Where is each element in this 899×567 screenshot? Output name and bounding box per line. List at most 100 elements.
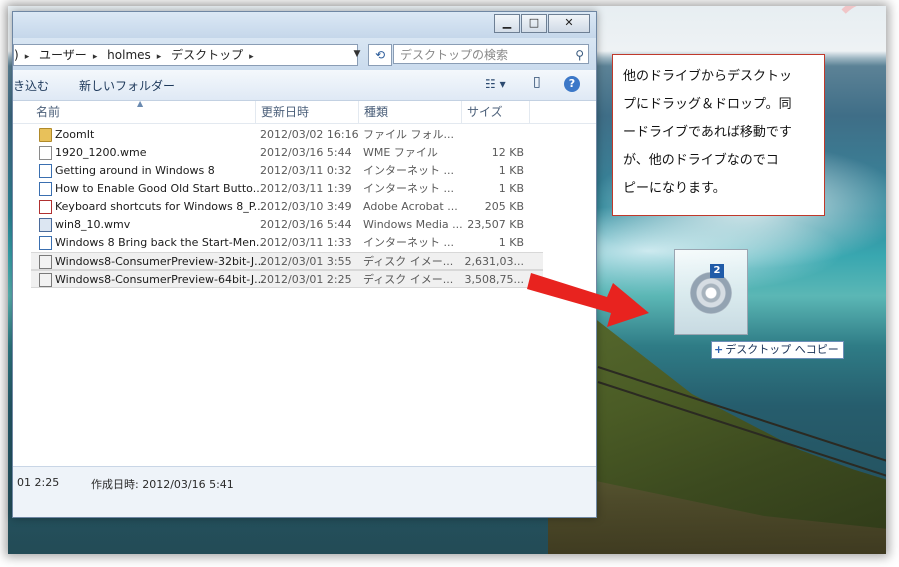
column-header-date[interactable]: 更新日時 — [256, 101, 359, 123]
breadcrumb-separator-icon[interactable]: ▸ — [25, 52, 30, 62]
change-view-icon[interactable]: ☷ ▾ — [485, 77, 506, 91]
created-date-text: 作成日時: 2012/03/16 5:41 — [91, 478, 234, 491]
address-row: ) ▸ ユーザー ▸ holmes ▸ デスクトップ ▸ ▼ ⟲ デスクトップの検索 ⚲ — [13, 38, 596, 70]
file-type: インターネット ... — [363, 236, 454, 249]
link-file-icon — [39, 164, 52, 178]
item-count-badge: 2 — [710, 264, 724, 278]
address-bar[interactable]: ) ▸ ユーザー ▸ holmes ▸ デスクトップ ▸ — [13, 44, 358, 66]
details-pane: 01 2:25 作成日時: 2012/03/16 5:41 — [13, 466, 596, 517]
address-dropdown-icon[interactable]: ▼ — [350, 46, 364, 62]
annotation-callout: 他のドライブからデスクトッ プにドラッグ＆ドロップ。同 ードライブであれば移動で… — [612, 54, 825, 216]
file-type: ディスク イメー... — [363, 273, 454, 286]
file-name: Windows8-ConsumerPreview-64bit-J... — [55, 273, 265, 286]
breadcrumb-separator-icon[interactable]: ▸ — [157, 52, 162, 62]
file-date: 2012/03/10 3:49 — [260, 200, 352, 213]
breadcrumb-segment[interactable]: ) — [14, 48, 19, 62]
refresh-icon[interactable]: ⟲ — [368, 44, 392, 66]
file-type: インターネット ... — [363, 164, 454, 177]
file-size: 2,631,03... — [464, 255, 524, 268]
minimize-button[interactable]: ▁ — [494, 14, 520, 33]
link-file-icon — [39, 236, 52, 250]
breadcrumb-segment[interactable]: holmes — [107, 48, 151, 62]
file-size: 1 KB — [498, 182, 524, 195]
include-in-library-button[interactable]: き込む — [13, 77, 49, 94]
file-row[interactable]: How to Enable Good Old Start Butto... 201… — [13, 180, 596, 198]
search-icon[interactable]: ⚲ — [575, 45, 584, 65]
file-date: 2012/03/02 16:16 — [260, 128, 359, 141]
file-size: 1 KB — [498, 164, 524, 177]
file-list: ZoomIt 2012/03/02 16:16 ファイル フォル... 1920_12… — [13, 126, 596, 288]
search-placeholder: デスクトップの検索 — [400, 48, 509, 62]
file-type: ファイル フォル... — [363, 128, 454, 141]
close-button[interactable]: ✕ — [548, 14, 590, 33]
breadcrumb-separator-icon[interactable]: ▸ — [249, 52, 254, 62]
file-date: 2012/03/11 1:39 — [260, 182, 352, 195]
file-name: Windows 8 Bring back the Start-Men... — [55, 236, 267, 249]
drop-tooltip-text: デスクトップ へコピー — [725, 343, 839, 356]
file-size: 205 KB — [484, 200, 524, 213]
file-name: ZoomIt — [55, 128, 95, 141]
search-input[interactable]: デスクトップの検索 ⚲ — [393, 44, 589, 64]
red-arrow-icon — [527, 273, 649, 327]
maximize-button[interactable]: □ — [521, 14, 547, 33]
file-date: 2012/03/11 1:33 — [260, 236, 352, 249]
callout-line: 他のドライブからデスクトッ — [623, 69, 793, 84]
file-row[interactable]: win8_10.wmv 2012/03/16 5:44 Windows Media … — [13, 216, 596, 234]
file-type: ディスク イメー... — [363, 255, 454, 268]
file-name: How to Enable Good Old Start Butto... — [55, 182, 264, 195]
copy-to-desktop-tooltip: + デスクトップ へコピー — [711, 341, 844, 359]
callout-line: ピーになります。 — [623, 181, 726, 196]
column-header-type[interactable]: 種類 — [359, 101, 462, 123]
folder-file-icon — [39, 128, 52, 142]
title-bar[interactable]: ▁ □ ✕ — [13, 12, 596, 38]
file-file-icon — [39, 146, 52, 160]
file-size: 1 KB — [498, 236, 524, 249]
file-date: 2012/03/01 3:55 — [260, 255, 352, 268]
explorer-window: ▁ □ ✕ ) ▸ ユーザー ▸ holmes ▸ デスクトップ ▸ ▼ ⟲ デスクトッ… — [12, 11, 597, 518]
file-row[interactable]: Windows 8 Bring back the Start-Men... 201… — [13, 234, 596, 252]
arrow-shape — [527, 273, 649, 327]
file-row[interactable]: 1920_1200.wme 2012/03/16 5:44 WME ファイル 12 K… — [13, 144, 596, 162]
file-size: 12 KB — [491, 146, 524, 159]
command-bar: き込む 新しいフォルダー ☷ ▾ ▯ ? — [13, 70, 596, 101]
file-name: Getting around in Windows 8 — [55, 164, 215, 177]
file-date: 2012/03/11 0:32 — [260, 164, 352, 177]
file-type: Windows Media ... — [363, 218, 463, 231]
file-type: インターネット ... — [363, 182, 454, 195]
column-header-name[interactable]: 名前 — [31, 101, 256, 123]
preview-pane-icon[interactable]: ▯ — [533, 74, 541, 90]
file-row[interactable]: Windows8-ConsumerPreview-32bit-J... 2012/… — [31, 252, 543, 270]
file-size: 3,508,75... — [464, 273, 524, 286]
sort-ascending-icon: ▲ — [137, 99, 144, 108]
file-date: 2012/03/16 5:44 — [260, 146, 352, 159]
new-folder-button[interactable]: 新しいフォルダー — [79, 77, 175, 94]
file-name: win8_10.wmv — [55, 218, 131, 231]
file-row[interactable]: Keyboard shortcuts for Windows 8_P... 201… — [13, 198, 596, 216]
breadcrumb-segment[interactable]: デスクトップ — [171, 48, 243, 62]
pdf-file-icon — [39, 200, 52, 214]
callout-line: プにドラッグ＆ドロップ。同 — [623, 97, 792, 112]
wmv-file-icon — [39, 218, 52, 232]
file-name: Windows8-ConsumerPreview-32bit-J... — [55, 255, 265, 268]
file-row[interactable]: Windows8-ConsumerPreview-64bit-J... 2012/… — [31, 270, 543, 288]
help-icon[interactable]: ? — [564, 76, 580, 92]
breadcrumb-segment[interactable]: ユーザー — [39, 48, 87, 62]
iso-file-icon — [39, 273, 52, 287]
disc-image-icon — [690, 272, 732, 314]
file-date: 2012/03/01 2:25 — [260, 273, 352, 286]
column-header-row: 名前 ▲ 更新日時 種類 サイズ — [13, 99, 596, 124]
file-row[interactable]: ZoomIt 2012/03/02 16:16 ファイル フォル... — [13, 126, 596, 144]
breadcrumb-separator-icon[interactable]: ▸ — [93, 52, 98, 62]
file-type: WME ファイル — [363, 146, 438, 159]
file-name: 1920_1200.wme — [55, 146, 147, 159]
window-controls: ▁ □ ✕ — [493, 14, 590, 33]
file-size: 23,507 KB — [467, 218, 524, 231]
callout-line: ードライブであれば移動です — [623, 125, 792, 140]
callout-line: が、他のドライブなのでコ — [623, 153, 779, 168]
plus-icon: + — [714, 343, 724, 356]
drag-ghost: 2 — [674, 249, 748, 335]
file-row[interactable]: Getting around in Windows 8 2012/03/11 0:… — [13, 162, 596, 180]
file-date: 2012/03/16 5:44 — [260, 218, 352, 231]
file-size — [453, 126, 524, 144]
column-header-size[interactable]: サイズ — [462, 101, 530, 123]
